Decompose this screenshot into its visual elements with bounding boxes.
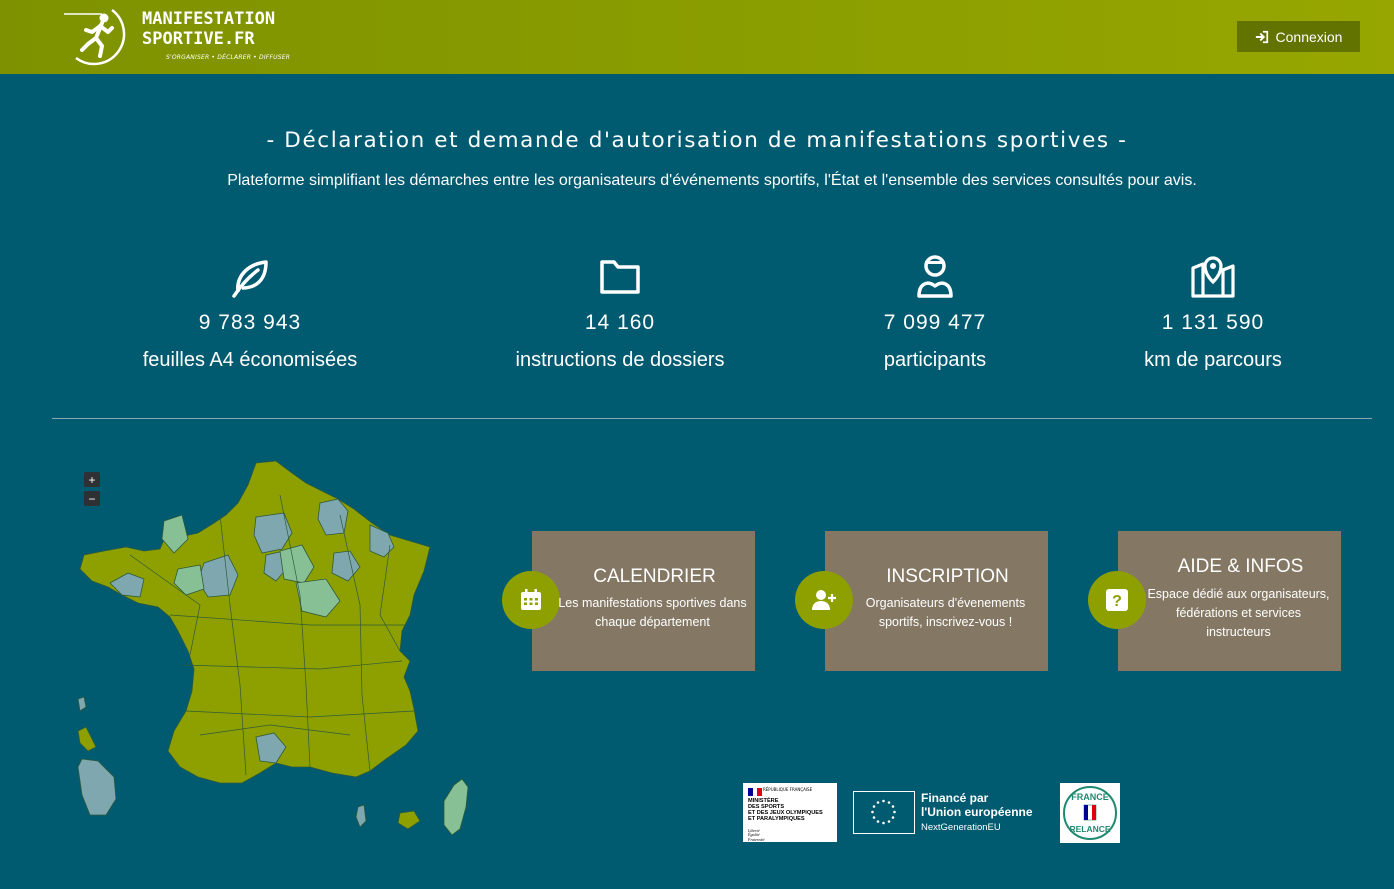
card-description: Espace dédié aux organisateurs, fédérati… <box>1147 587 1330 639</box>
ministry-rf-label: RÉPUBLIQUE FRANÇAISE <box>763 787 813 792</box>
eu-funding-text: Financé par l'Union européenne <box>921 791 1033 819</box>
runner-logo-icon <box>64 9 126 66</box>
guyane-region[interactable] <box>77 758 117 816</box>
eu-line: l'Union européenne <box>921 805 1033 819</box>
saint-pierre-region[interactable] <box>77 696 87 712</box>
question-icon: ? <box>1088 571 1146 629</box>
calendar-card[interactable]: CALENDRIER Les manifestations sportives … <box>502 531 755 671</box>
map-marker-icon <box>1189 252 1237 300</box>
stat-label: instructions de dossiers <box>515 349 725 371</box>
stat-value: 1 131 590 <box>1161 311 1265 334</box>
stat-label: feuilles A4 économisées <box>142 349 358 371</box>
stat-value: 14 160 <box>584 311 656 334</box>
page-title: - Déclaration et demande d'autorisation … <box>266 128 1128 153</box>
stat-pages-saved: 9 783 943 feuilles A4 économisées <box>100 252 400 372</box>
ministry-motto: Liberté Égalité Fraternité <box>748 828 765 842</box>
reunion-region[interactable] <box>397 810 421 830</box>
sign-in-icon <box>1255 30 1268 43</box>
ministry-sports-logo[interactable]: RÉPUBLIQUE FRANÇAISE MINISTÈRE DES SPORT… <box>743 783 837 842</box>
eu-line: Financé par <box>921 791 989 805</box>
stat-label: km de parcours <box>1144 349 1282 371</box>
ministry-name: MINISTÈRE DES SPORTS ET DES JEUX OLYMPIQ… <box>748 798 823 822</box>
section-divider <box>52 418 1372 419</box>
stat-km: 1 131 590 km de parcours <box>1063 252 1363 372</box>
stat-instructions: 14 160 instructions de dossiers <box>470 252 770 372</box>
site-logo[interactable]: MANIFESTATION SPORTIVE.FR S'ORGANISER • … <box>62 6 290 68</box>
france-departments-map[interactable] <box>70 455 480 845</box>
card-title: INSCRIPTION <box>886 566 1009 587</box>
card-title: AIDE & INFOS <box>1177 556 1304 577</box>
corsica-region[interactable] <box>443 778 469 836</box>
relance-top-text: FRANCE <box>1071 792 1109 802</box>
runner-icon <box>911 252 959 300</box>
add-user-icon <box>795 571 853 629</box>
stat-label: participants <box>883 349 987 371</box>
ministry-line: ET PARALYMPIQUES <box>748 816 805 822</box>
france-relance-logo[interactable]: FRANCE RELANCE <box>1060 783 1120 843</box>
map-zoom-in-button[interactable]: + <box>84 472 100 487</box>
login-label: Connexion <box>1275 28 1343 45</box>
page-subtitle: Plateforme simplifiant les démarches ent… <box>227 172 1197 189</box>
guadeloupe-region[interactable] <box>77 726 97 752</box>
logo-line1: MANIFESTATION <box>142 9 276 29</box>
help-card[interactable]: ? AIDE & INFOS Espace dédié aux organisa… <box>1088 531 1341 671</box>
card-description: Les manifestations sportives dans chaque… <box>558 596 747 629</box>
eu-program-text: NextGenerationEU <box>921 822 1001 833</box>
card-description: Organisateurs d'évenements sportifs, ins… <box>865 596 1026 629</box>
map-zoom-out-button[interactable]: − <box>84 491 100 506</box>
france-map[interactable] <box>70 455 480 845</box>
svg-text:?: ? <box>1112 593 1122 610</box>
inscription-card[interactable]: INSCRIPTION Organisateurs d'évenements s… <box>795 531 1048 671</box>
relance-bottom-text: RELANCE <box>1069 824 1110 834</box>
logo-title: MANIFESTATION SPORTIVE.FR <box>142 9 275 49</box>
france-relance-emblem-icon: FRANCE RELANCE <box>1063 786 1117 840</box>
login-button[interactable]: Connexion <box>1237 21 1360 52</box>
mayotte-region[interactable] <box>355 804 367 828</box>
eu-flag-icon <box>853 791 915 834</box>
mainland-region[interactable] <box>79 460 431 784</box>
folder-icon <box>596 252 644 300</box>
header-bar: MANIFESTATION SPORTIVE.FR S'ORGANISER • … <box>0 0 1394 74</box>
logo-line2: SPORTIVE.FR <box>142 29 255 49</box>
stat-value: 7 099 477 <box>883 311 987 334</box>
logo-tagline: S'ORGANISER • DÉCLARER • DIFFUSER <box>166 54 291 61</box>
motto-line: Fraternité <box>748 836 765 842</box>
leaf-icon <box>226 252 274 300</box>
stat-value: 9 783 943 <box>198 311 302 334</box>
card-title: CALENDRIER <box>593 566 716 587</box>
calendar-icon <box>502 571 560 629</box>
french-flag-icon <box>748 788 763 796</box>
stat-participants: 7 099 477 participants <box>785 252 1085 372</box>
